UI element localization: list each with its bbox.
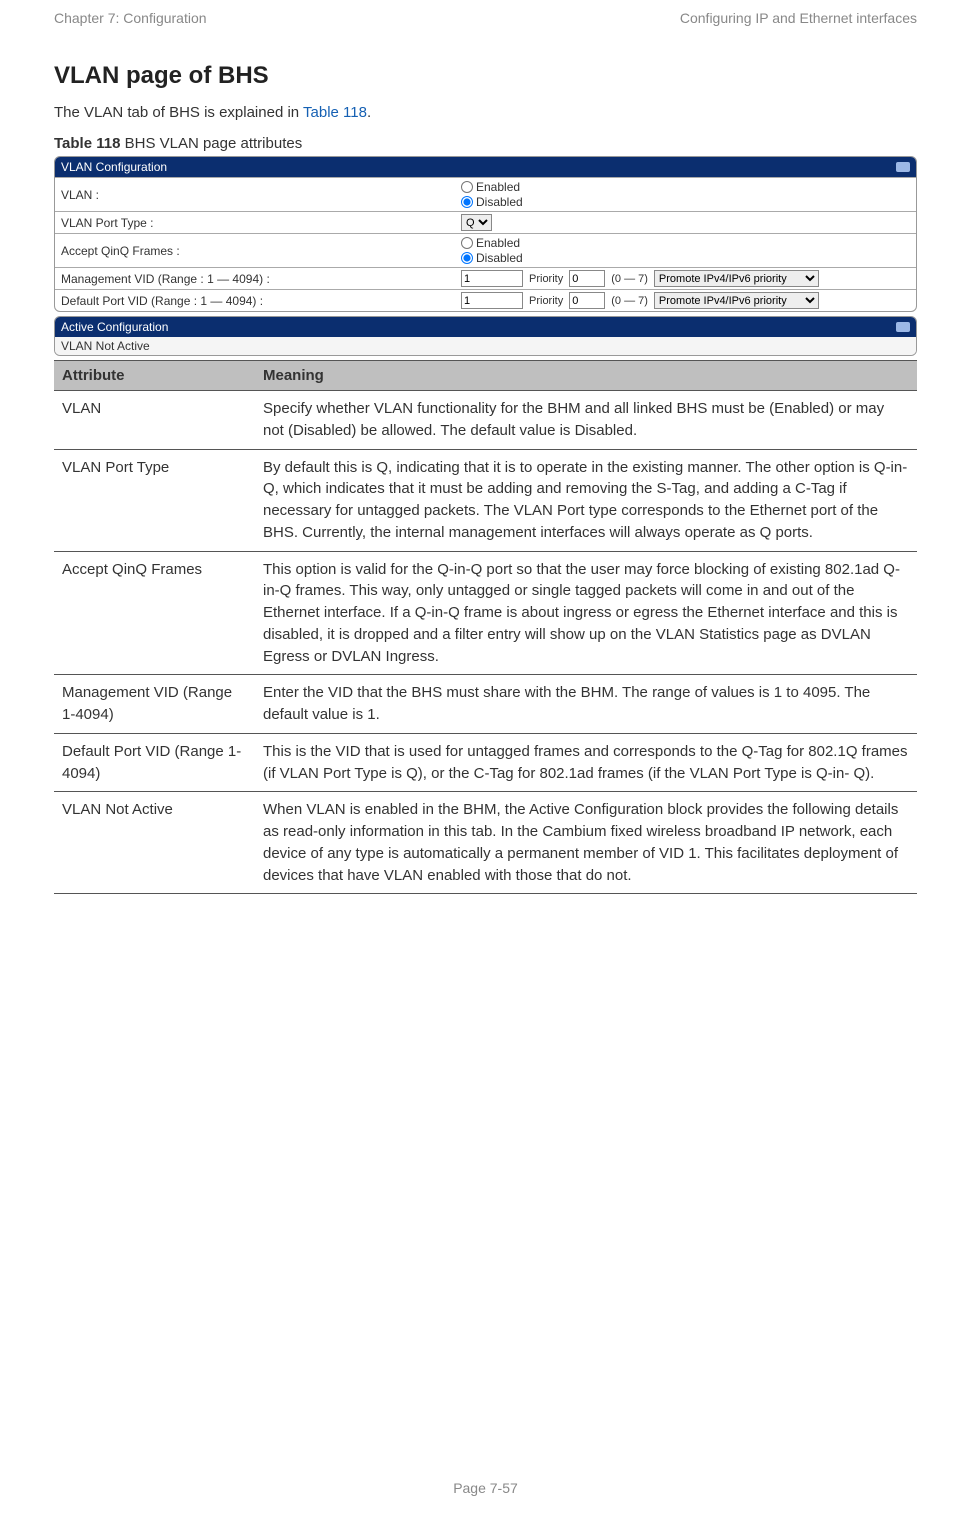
cell-attr: Management VID (Range 1-4094) (54, 675, 255, 734)
qinq-disabled-label: Disabled (476, 251, 523, 265)
page-title: VLAN page of BHS (54, 62, 917, 90)
default-vid-input[interactable] (461, 292, 523, 309)
active-config-panel: Active Configuration VLAN Not Active (54, 316, 917, 356)
active-config-title: Active Configuration (61, 320, 168, 334)
accept-qinq-label: Accept QinQ Frames : (61, 244, 461, 258)
caption-rest: BHS VLAN page attributes (120, 135, 302, 152)
cell-attr: VLAN Port Type (54, 449, 255, 551)
qinq-disabled-option[interactable]: Disabled (461, 251, 523, 265)
mgmt-promote-select[interactable]: Promote IPv4/IPv6 priority (654, 270, 819, 287)
table-row: VLAN Not Active When VLAN is enabled in … (54, 792, 917, 894)
radio-qinq-disabled[interactable] (461, 252, 473, 264)
header-right: Configuring IP and Ethernet interfaces (680, 10, 917, 26)
radio-vlan-enabled[interactable] (461, 181, 473, 193)
priority-range-1: (0 — 7) (611, 273, 648, 285)
collapse-icon[interactable] (896, 162, 910, 172)
table-caption: Table 118 BHS VLAN page attributes (54, 135, 917, 152)
table-row: Default Port VID (Range 1-4094) This is … (54, 733, 917, 792)
th-meaning: Meaning (255, 361, 917, 391)
table-row: Accept QinQ Frames This option is valid … (54, 551, 917, 675)
default-priority-input[interactable] (569, 292, 605, 309)
vlan-config-title: VLAN Configuration (61, 160, 167, 174)
cell-meaning: This option is valid for the Q-in-Q port… (255, 551, 917, 675)
cell-meaning: Specify whether VLAN functionality for t… (255, 391, 917, 450)
collapse-icon[interactable] (896, 322, 910, 332)
active-config-header: Active Configuration (55, 317, 916, 337)
cell-attr: VLAN (54, 391, 255, 450)
port-type-select[interactable]: Q (461, 214, 492, 231)
caption-bold: Table 118 (54, 135, 120, 152)
row-mgmt-vid: Management VID (Range : 1 — 4094) : Prio… (55, 267, 916, 289)
vlan-disabled-label: Disabled (476, 195, 523, 209)
vlan-disabled-option[interactable]: Disabled (461, 195, 523, 209)
vlan-config-header: VLAN Configuration (55, 157, 916, 177)
row-vlan: VLAN : Enabled Disabled (55, 177, 916, 211)
intro-prefix: The VLAN tab of BHS is explained in (54, 104, 303, 121)
mgmt-vid-label: Management VID (Range : 1 — 4094) : (61, 272, 461, 286)
cell-meaning: By default this is Q, indicating that it… (255, 449, 917, 551)
th-attribute: Attribute (54, 361, 255, 391)
page-footer: Page 7-57 (0, 1480, 971, 1496)
port-type-label: VLAN Port Type : (61, 216, 461, 230)
row-accept-qinq: Accept QinQ Frames : Enabled Disabled (55, 233, 916, 267)
intro-text: The VLAN tab of BHS is explained in Tabl… (54, 104, 917, 121)
cell-meaning: This is the VID that is used for untagge… (255, 733, 917, 792)
vlan-enabled-option[interactable]: Enabled (461, 180, 523, 194)
cell-meaning: Enter the VID that the BHS must share wi… (255, 675, 917, 734)
vlan-label: VLAN : (61, 188, 461, 202)
row-default-vid: Default Port VID (Range : 1 — 4094) : Pr… (55, 289, 916, 311)
table-header-row: Attribute Meaning (54, 361, 917, 391)
default-promote-select[interactable]: Promote IPv4/IPv6 priority (654, 292, 819, 309)
radio-vlan-disabled[interactable] (461, 196, 473, 208)
table-row: VLAN Specify whether VLAN functionality … (54, 391, 917, 450)
default-vid-label: Default Port VID (Range : 1 — 4094) : (61, 294, 461, 308)
vlan-config-panel: VLAN Configuration VLAN : Enabled Disabl… (54, 156, 917, 312)
active-config-body: VLAN Not Active (55, 337, 916, 355)
priority-label-1: Priority (529, 273, 563, 285)
vlan-enabled-label: Enabled (476, 180, 520, 194)
cell-meaning: When VLAN is enabled in the BHM, the Act… (255, 792, 917, 894)
mgmt-vid-input[interactable] (461, 270, 523, 287)
cell-attr: Accept QinQ Frames (54, 551, 255, 675)
table-row: Management VID (Range 1-4094) Enter the … (54, 675, 917, 734)
intro-suffix: . (367, 104, 371, 121)
intro-link[interactable]: Table 118 (303, 104, 367, 121)
cell-attr: VLAN Not Active (54, 792, 255, 894)
row-port-type: VLAN Port Type : Q (55, 211, 916, 233)
priority-label-2: Priority (529, 295, 563, 307)
header-left: Chapter 7: Configuration (54, 10, 207, 26)
cell-attr: Default Port VID (Range 1-4094) (54, 733, 255, 792)
table-row: VLAN Port Type By default this is Q, ind… (54, 449, 917, 551)
qinq-enabled-label: Enabled (476, 236, 520, 250)
attribute-table: Attribute Meaning VLAN Specify whether V… (54, 360, 917, 894)
priority-range-2: (0 — 7) (611, 295, 648, 307)
radio-qinq-enabled[interactable] (461, 237, 473, 249)
qinq-enabled-option[interactable]: Enabled (461, 236, 523, 250)
mgmt-priority-input[interactable] (569, 270, 605, 287)
